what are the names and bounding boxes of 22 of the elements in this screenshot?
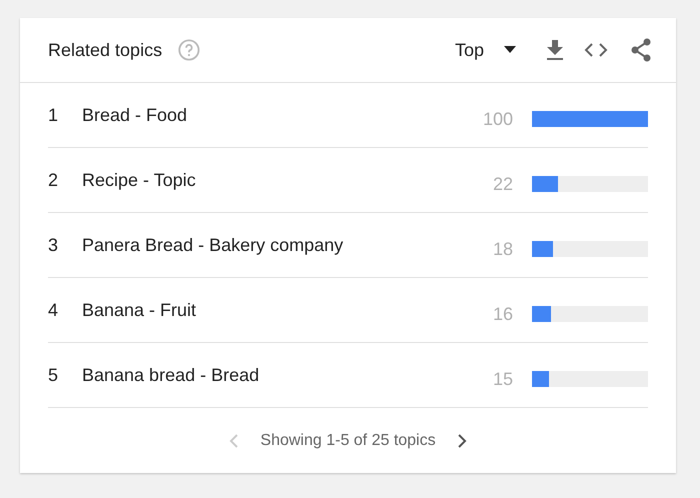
interest-value: 16 [492, 304, 513, 324]
topic-link[interactable]: Panera Bread - Bakery company [82, 234, 453, 256]
rank-number: 2 [48, 170, 60, 190]
rank-number: 5 [48, 364, 60, 386]
topic-link[interactable]: Banana - Fruit [82, 300, 453, 320]
embed-icon[interactable] [584, 42, 608, 58]
card-title: Related topics [48, 40, 162, 60]
interest-value: 18 [492, 238, 513, 260]
interest-value: 22 [492, 174, 513, 194]
rank-number: 4 [48, 300, 60, 320]
topic-link[interactable]: Bread - Food [82, 104, 453, 126]
interest-value: 15 [492, 368, 513, 390]
rank-number: 1 [48, 104, 60, 126]
rank-number: 3 [48, 234, 60, 256]
sort-dropdown[interactable]: Top [454, 40, 516, 60]
pagination-text: Showing 1-5 of 25 topics [260, 432, 436, 450]
download-icon[interactable] [546, 39, 564, 61]
topic-link[interactable]: Banana bread - Bread [82, 364, 453, 386]
share-icon[interactable] [630, 38, 652, 62]
caret-icon[interactable] [504, 46, 516, 54]
interest-value: 100 [482, 108, 513, 130]
topic-link[interactable]: Recipe - Topic [82, 170, 453, 190]
